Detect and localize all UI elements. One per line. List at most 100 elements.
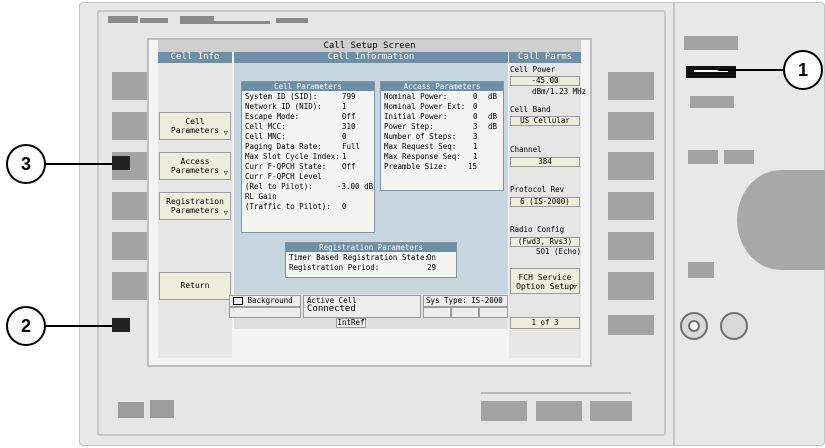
param-row: Timer Based Registration State: On [289,253,453,263]
bottom-softkey-1[interactable] [481,401,527,421]
tab-cell-information: Cell Information [234,52,508,63]
param-label: (Rel to Pilot): [245,182,313,191]
param-value: 799 [342,92,356,101]
status-cell [479,307,508,318]
param-label: Max Response Seq: [384,152,461,161]
callout-1-leader [718,69,783,71]
param-row: Cell MNC: 0 [245,132,371,142]
param-value: 29 [427,263,437,272]
param-label: Preamble Size: [384,162,448,171]
screen-title: Call Setup Screen [158,40,581,52]
channel-value[interactable]: 384 [510,157,580,167]
param-unit: dB [488,122,498,131]
panel-title: Cell Parameters [242,82,374,91]
right-panel-key-1[interactable] [684,36,738,50]
cell-band-value[interactable]: US Cellular [510,116,580,126]
param-label: Cell MNC: [245,132,286,141]
right-softkey-6[interactable] [608,272,654,300]
right-panel-key-6[interactable] [688,262,714,278]
cell-parameters-button[interactable]: Cell Parameters ▽ [159,112,231,140]
registration-parameters-panel: Registration Parameters Timer Based Regi… [285,242,457,278]
bottom-left-button[interactable] [118,402,144,418]
radio-config-value[interactable]: (Fwd3, Rvs3) [510,237,580,247]
param-label: RL Gain [245,192,277,201]
menu-label: Return [180,281,210,290]
right-panel-key-5[interactable] [724,150,754,164]
param-value: Full [342,142,361,151]
param-value: 0 [342,132,347,141]
param-row: Network ID (NID): 1 [245,102,371,112]
right-softkey-3[interactable] [608,152,654,180]
right-panel-key-highlighted[interactable] [686,66,736,78]
bottom-softkey-2[interactable] [536,401,582,421]
param-row: Number of Steps: 3 [384,132,500,142]
param-row: Paging Data Rate: Full [245,142,371,152]
param-value: Off [342,112,356,121]
param-label: Initial Power: [384,112,448,121]
channel-label: Channel [510,145,542,154]
panel-title: Registration Parameters [286,243,456,252]
param-row: Preamble Size: 15 [384,162,500,172]
param-value: 0 [473,102,478,111]
cell-power-value[interactable]: -45.00 [510,76,580,86]
param-row: Power Step: 3 dB [384,122,500,132]
access-parameters-button[interactable]: Access Parameters ▽ [159,152,231,180]
param-row: Registration Period: 29 [289,263,453,273]
right-softkey-2[interactable] [608,112,654,140]
param-label: Number of Steps: [384,132,457,141]
callout-2-leader [46,325,112,327]
tab-cell-info: Cell Info [158,52,232,63]
background-indicator: Background [229,295,301,307]
protocol-rev-value[interactable]: 6 (IS-2000) [510,197,580,207]
param-row: Escape Mode: Off [245,112,371,122]
protocol-rev-label: Protocol Rev [510,185,565,194]
param-label: Max Slot Cycle Index: [245,152,340,161]
background-label: Background [247,296,293,305]
registration-parameters-button[interactable]: Registration Parameters ▽ [159,192,231,220]
param-row: Nominal Power: 0 dB [384,92,500,102]
rotary-knob[interactable] [737,170,825,270]
return-button[interactable]: Return [159,272,231,300]
param-label: Curr F-QPCH Level [245,172,322,181]
menu-label: Cell Parameters [170,117,220,135]
callout-1: 1 [783,50,823,90]
arrow-down-icon: ▽ [223,129,228,137]
service-option-value: SO1 (Echo) [536,247,582,256]
param-value: 3 [473,122,478,131]
rf-connector-center-icon [688,320,700,332]
param-label: System ID (SID): [245,92,318,101]
status-cell [229,307,301,318]
access-parameters-panel: Access Parameters Nominal Power: 0 dB Nomi… [380,81,504,191]
param-value: 310 [342,122,356,131]
cell-band-label: Cell Band [510,105,551,114]
param-row: Curr F-QPCH State: Off [245,162,371,172]
left-button-2[interactable] [112,318,130,332]
param-label: Nominal Power Ext: [384,102,466,111]
param-row: Max Slot Cycle Index: 1 [245,152,371,162]
bottom-softkey-3[interactable] [590,401,632,421]
left-button-3[interactable] [112,156,130,170]
right-softkey-1[interactable] [608,72,654,100]
model-text-block [180,21,270,24]
menu-label: Access Parameters [170,157,220,175]
callout-3: 3 [6,144,46,184]
param-value: 0 [342,202,347,211]
background-icon [233,297,243,305]
right-softkey-5[interactable] [608,232,654,260]
right-softkey-4[interactable] [608,192,654,220]
right-panel-key-3[interactable] [690,96,734,108]
param-value: 1 [342,102,347,111]
fch-service-option-setup-button[interactable]: FCH Service Option Setup ▽ [510,268,580,294]
param-row: Cell MCC: 310 [245,122,371,132]
arrow-down-icon: ▽ [223,209,228,217]
param-value: 15 [468,162,478,171]
radio-config-label: Radio Config [510,225,565,234]
status-cell [451,307,479,318]
param-row: Max Response Seq: 1 [384,152,500,162]
right-softkey-7[interactable] [608,315,654,335]
param-value: 0 [473,92,478,101]
param-label: Paging Data Rate: [245,142,322,151]
callout-3-leader [46,163,112,165]
bottom-left-button[interactable] [150,400,174,418]
right-panel-key-4[interactable] [688,150,718,164]
